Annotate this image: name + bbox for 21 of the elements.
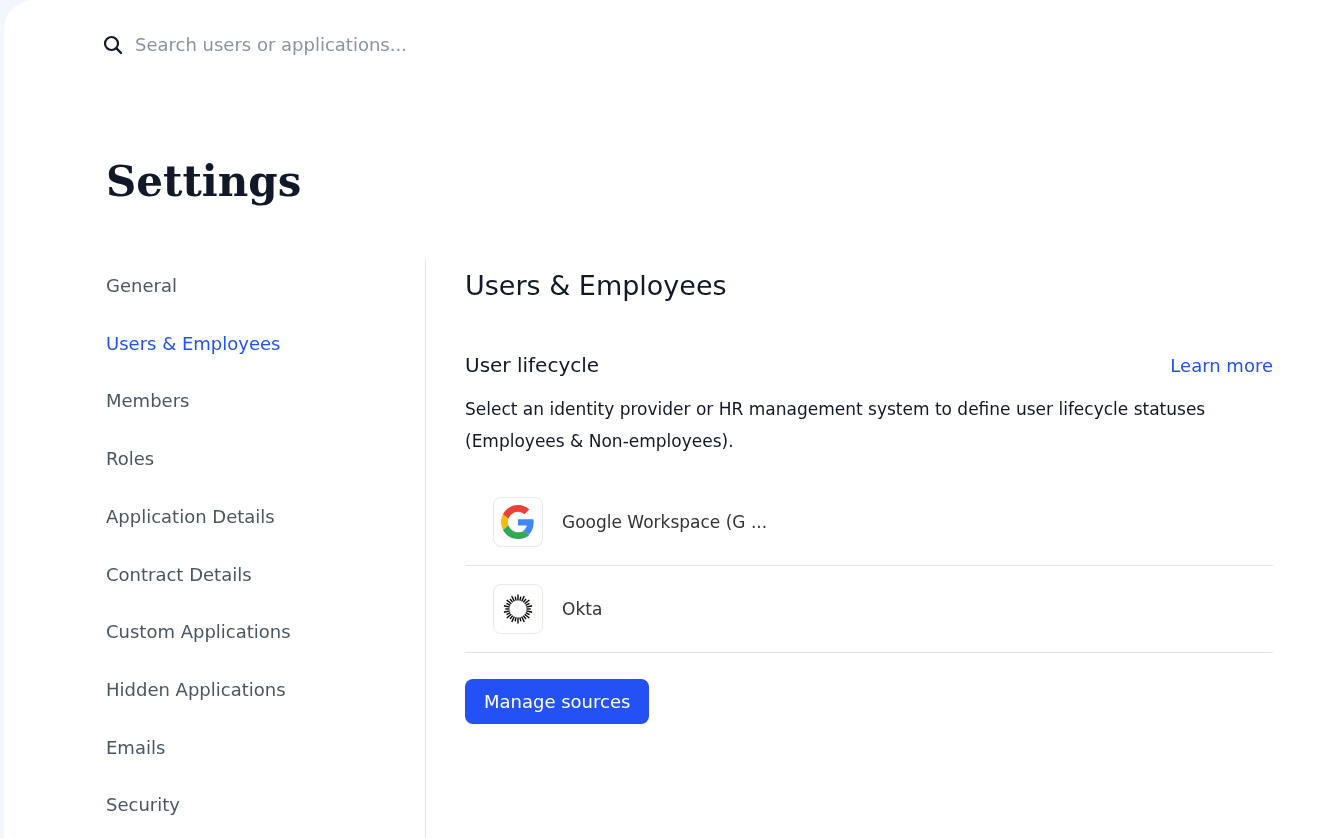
description-text: Select an identity provider or HR management system to define user lifecycle statuses (Employees & Non-employees). [465,398,1207,453]
subsection-title: User lifecycle [465,353,600,377]
sidebar-item[interactable]: Hidden Applications [106,676,286,703]
sidebar-item[interactable]: Roles [106,446,155,473]
sidebar-item[interactable]: Custom Applications [106,619,291,646]
learn-more-link[interactable]: Learn more [1170,354,1273,376]
sidebar-item[interactable]: Users & Employees [106,330,281,357]
manage-sources-button[interactable]: Manage sources [465,679,650,724]
sunburst-icon [501,592,535,626]
sidebar-item[interactable]: General [106,273,177,299]
sidebar-item[interactable]: Security [106,792,180,819]
section-title: Users & Employees [465,269,728,303]
source-name: Google Workspace (G ... [562,512,768,532]
sidebar-item[interactable]: Application Details [106,503,275,530]
sidebar-item[interactable]: Contract Details [106,561,252,588]
search-icon [103,34,123,55]
sidebar-item[interactable]: Members [106,388,190,415]
search-field[interactable]: Search users or applications... [135,34,495,55]
g-logo-icon [501,505,535,539]
sidebar-item[interactable]: Emails [106,734,166,761]
source-name: Okta [562,599,603,619]
